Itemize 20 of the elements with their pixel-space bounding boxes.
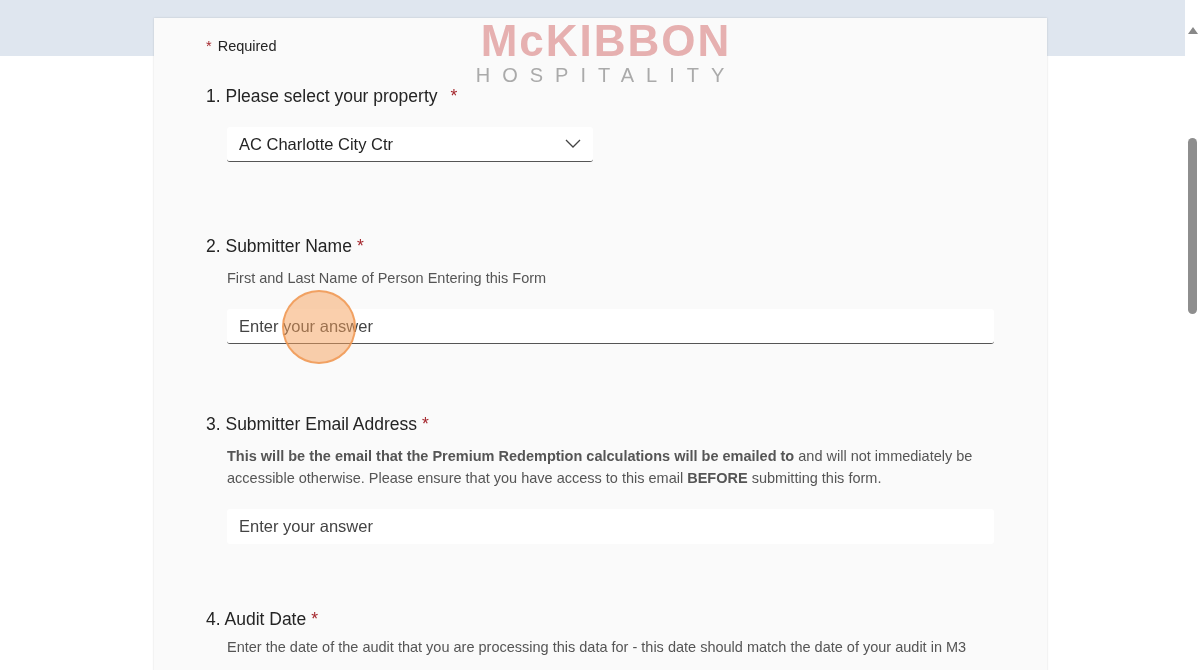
scroll-up-icon[interactable] [1187, 27, 1198, 34]
required-asterisk: * [356, 236, 364, 257]
logo-tagline: HOSPITALITY [475, 64, 737, 86]
property-dropdown[interactable]: AC Charlotte City Ctr [227, 127, 593, 162]
required-asterisk: * [206, 38, 212, 54]
required-asterisk: * [311, 609, 319, 630]
scrollbar-thumb[interactable] [1188, 138, 1197, 314]
question-title: 3. Submitter Email Address [206, 414, 418, 435]
question-description: First and Last Name of Person Entering this Form [227, 269, 548, 288]
chevron-down-icon [565, 139, 581, 149]
question-description: Enter the date of the audit that you are processing this data for - this date should match the date of your audit in M3 [227, 638, 968, 657]
question-title: 2. Submitter Name [206, 236, 352, 257]
question-title: 1. Please select your property [206, 86, 438, 107]
required-asterisk: * [422, 414, 429, 435]
required-label: Required [217, 38, 277, 54]
question-title: 4. Audit Date [206, 609, 307, 630]
logo-name: McKIBBON [480, 18, 732, 64]
question-description: This will be the email that the Premium Redemption calculations will be emailed to and will not immediately be accessible otherwise. Please ensure that you have access to this email BEFORE submitting this form. [227, 447, 974, 488]
required-asterisk: * [450, 86, 458, 107]
answer-field[interactable]: Enter your answer [227, 509, 994, 544]
